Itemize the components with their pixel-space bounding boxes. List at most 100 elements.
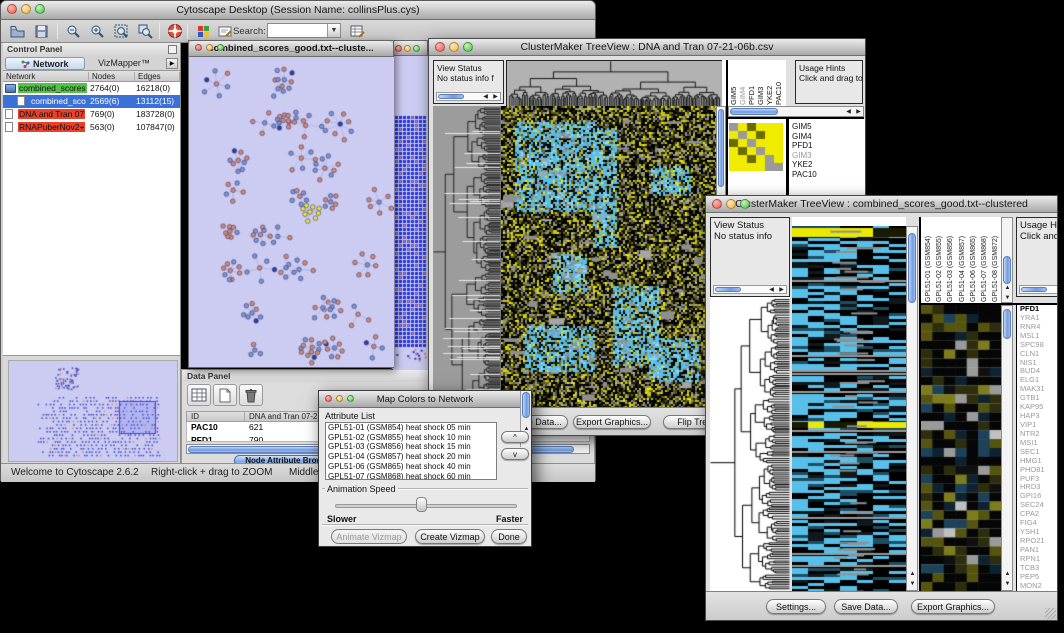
- export-graphics-button[interactable]: Export Graphics...: [573, 415, 651, 429]
- create-vizmap-button[interactable]: Create Vizmap: [415, 529, 485, 544]
- close-icon[interactable]: [712, 199, 722, 209]
- network-list-row[interactable]: RNAPuberNov2+ 563(0) 107847(0): [3, 121, 180, 134]
- attribute-list-item[interactable]: GPL51-03 (GSM856) heat shock 15 min: [326, 442, 496, 452]
- zoom-in-button[interactable]: [87, 22, 107, 40]
- network-view-window-background[interactable]: [391, 40, 428, 370]
- column-label[interactable]: GPL51-03 (GSM856): [945, 217, 955, 303]
- row-dendrogram-canvas[interactable]: [710, 297, 790, 591]
- network-list-row[interactable]: combined_sco 2569(6) 13112(15): [3, 95, 180, 108]
- vizmapper-palette-button[interactable]: [193, 22, 213, 40]
- network2-canvas[interactable]: [393, 56, 428, 370]
- column-label[interactable]: PAC10: [774, 60, 784, 106]
- row-dendrogram-canvas[interactable]: [433, 106, 501, 409]
- minimize-icon[interactable]: [336, 395, 343, 402]
- scroll-left-icon[interactable]: [481, 93, 490, 102]
- heatmap-zoom-canvas[interactable]: [921, 305, 1001, 591]
- tab-overflow-arrow-icon[interactable]: ▶: [166, 58, 178, 69]
- network-list-row[interactable]: DNA and Tran 07 769(0) 183728(0): [3, 108, 180, 121]
- scrollbar-thumb[interactable]: [730, 108, 778, 115]
- network-overview-canvas[interactable]: [8, 360, 178, 462]
- scrollbar-thumb[interactable]: [718, 109, 724, 187]
- move-down-button[interactable]: v: [501, 448, 529, 460]
- attribute-list-item[interactable]: GPL51-06 (GSM865) heat shock 40 min: [326, 462, 496, 472]
- attribute-list-item[interactable]: GPL51-01 (GSM854) heat shock 05 min: [326, 423, 496, 433]
- close-icon[interactable]: [7, 4, 17, 14]
- minimize-icon[interactable]: [21, 4, 31, 14]
- zoom-window-icon[interactable]: [217, 44, 224, 51]
- close-icon[interactable]: [325, 395, 332, 402]
- column-label[interactable]: GPL51-01 (GSM854): [923, 217, 933, 303]
- scroll-left-icon[interactable]: [767, 286, 776, 295]
- gene-label[interactable]: PFD1: [789, 141, 865, 151]
- scrollbar-thumb[interactable]: [715, 287, 741, 292]
- zoom-window-icon[interactable]: [347, 395, 354, 402]
- zoom-selected-button[interactable]: [135, 22, 155, 40]
- heatmap-vscrollbar[interactable]: [906, 226, 918, 591]
- scrollbar-thumb[interactable]: [438, 94, 464, 99]
- scroll-down-icon[interactable]: [1003, 294, 1012, 303]
- resize-grip[interactable]: [1045, 608, 1056, 619]
- scrollbar-thumb[interactable]: [1003, 256, 1011, 284]
- network1-titlebar[interactable]: combined_scores_good.txt--cluste...: [189, 41, 393, 57]
- search-dropdown-arrow-icon[interactable]: ▼: [327, 24, 340, 37]
- float-panel-icon[interactable]: [168, 45, 177, 54]
- heatmap-global-canvas[interactable]: [501, 106, 716, 409]
- treeview2-titlebar[interactable]: ClusterMaker TreeView : combined_scores_…: [706, 196, 1057, 213]
- move-up-button[interactable]: ^: [501, 431, 529, 443]
- scrollbar-thumb[interactable]: [522, 392, 530, 418]
- zoom-vscrollbar[interactable]: [1001, 305, 1013, 591]
- attribute-list-item[interactable]: GPL51-02 (GSM855) heat shock 10 min: [326, 433, 496, 443]
- column-label[interactable]: GPL51-04 (GSM857): [957, 217, 967, 303]
- zoom-out-button[interactable]: [63, 22, 83, 40]
- minimize-icon[interactable]: [206, 44, 213, 51]
- gene-label[interactable]: GIM5: [789, 122, 865, 132]
- close-icon[interactable]: [195, 44, 202, 51]
- tab-network[interactable]: Network: [5, 57, 85, 70]
- zoom-window-icon[interactable]: [740, 199, 750, 209]
- gene-label[interactable]: GIM3: [789, 151, 865, 161]
- dialog-titlebar[interactable]: Map Colors to Network: [319, 391, 531, 408]
- column-label[interactable]: GPL51-02 (GSM855): [934, 217, 944, 303]
- network2-titlebar[interactable]: [392, 41, 427, 56]
- gene-label[interactable]: PAC10: [789, 170, 865, 180]
- scrollbar-thumb[interactable]: [908, 233, 916, 303]
- export-graphics-button[interactable]: Export Graphics...: [911, 599, 995, 614]
- gene-label[interactable]: YKE2: [789, 160, 865, 170]
- save-data-button[interactable]: Save Data...: [834, 599, 898, 614]
- close-icon[interactable]: [435, 42, 445, 52]
- heatmap-global-canvas[interactable]: [792, 226, 906, 591]
- open-file-button[interactable]: [7, 22, 27, 40]
- scroll-right-icon[interactable]: [777, 286, 786, 295]
- attribute-batch-button[interactable]: [347, 22, 367, 40]
- scroll-right-icon[interactable]: [491, 93, 500, 102]
- zoom-matrix-canvas[interactable]: [729, 123, 783, 171]
- minimize-icon[interactable]: [449, 42, 459, 52]
- scroll-down-icon[interactable]: [1003, 580, 1012, 589]
- help-button[interactable]: [165, 22, 185, 40]
- zoomview-hscrollbar[interactable]: [728, 106, 864, 117]
- attribute-list-item[interactable]: GPL51-07 (GSM868) heat shock 60 min: [326, 472, 496, 480]
- treeview-window-combined[interactable]: ClusterMaker TreeView : combined_scores_…: [705, 195, 1058, 621]
- scroll-right-icon[interactable]: [854, 108, 863, 117]
- network1-canvas[interactable]: [190, 57, 394, 367]
- column-label[interactable]: GPL51-08 (GSM872): [990, 217, 1000, 303]
- scroll-down-icon[interactable]: [908, 580, 917, 589]
- gene-label[interactable]: MON2: [1017, 582, 1058, 591]
- column-label[interactable]: GPL51-06 (GSM865): [968, 217, 978, 303]
- network-view-window[interactable]: combined_scores_good.txt--cluste...: [188, 40, 394, 368]
- zoom-window-icon[interactable]: [413, 45, 420, 52]
- column-label[interactable]: GPL51-07 (GSM868): [979, 217, 989, 303]
- annotation-button[interactable]: [215, 22, 235, 40]
- main-titlebar[interactable]: Cytoscape Desktop (Session Name: collins…: [1, 1, 595, 20]
- delete-attribute-button[interactable]: [239, 384, 263, 406]
- labels-vscrollbar[interactable]: [1001, 217, 1013, 303]
- done-button[interactable]: Done: [491, 529, 527, 544]
- zoom-window-icon[interactable]: [463, 42, 473, 52]
- map-colors-dialog[interactable]: Map Colors to Network Attribute List GPL…: [318, 390, 532, 547]
- scroll-up-icon[interactable]: [908, 570, 917, 579]
- usage-hints-scrollbar[interactable]: [1019, 285, 1058, 294]
- scroll-left-icon[interactable]: [844, 108, 853, 117]
- scroll-up-icon[interactable]: [1003, 570, 1012, 579]
- animation-speed-slider-thumb[interactable]: [416, 497, 427, 512]
- search-input[interactable]: ▼: [267, 23, 341, 38]
